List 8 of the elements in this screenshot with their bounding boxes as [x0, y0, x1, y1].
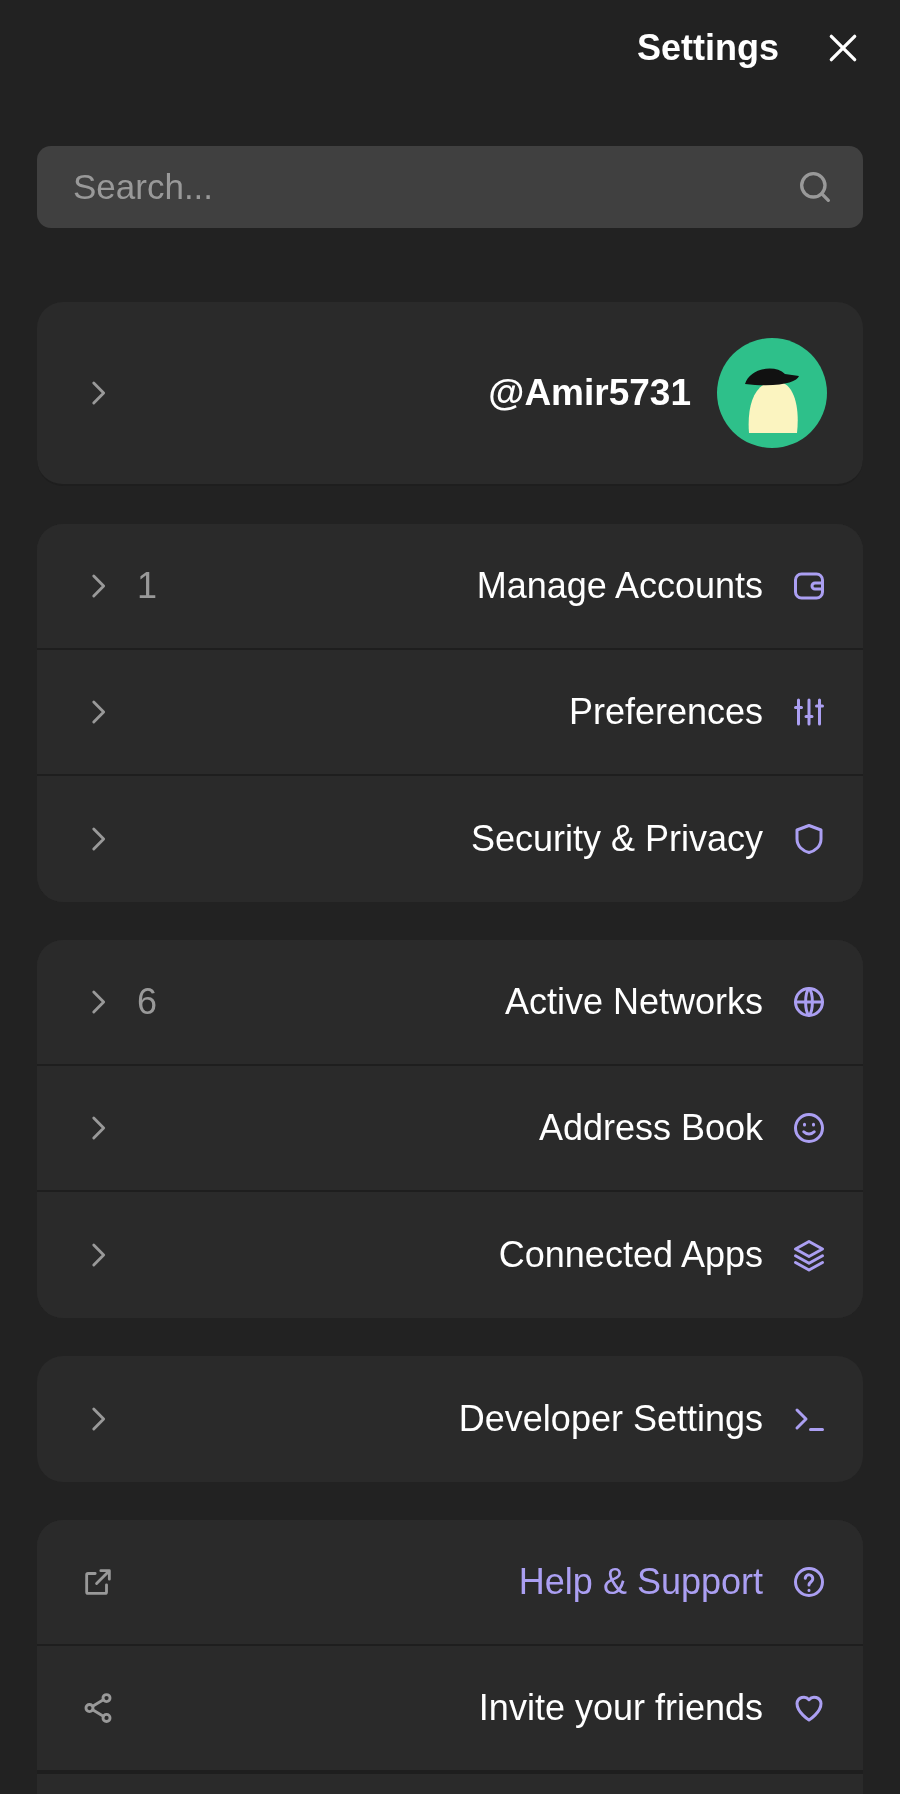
layers-icon — [791, 1237, 827, 1273]
avatar-icon — [717, 338, 827, 448]
smiley-icon — [791, 1110, 827, 1146]
globe-icon — [791, 984, 827, 1020]
search-field[interactable]: Search... — [37, 146, 863, 228]
help-icon — [791, 1564, 827, 1600]
profile-row[interactable]: @Amir5731 — [37, 302, 863, 486]
settings-title: Settings — [637, 25, 779, 70]
